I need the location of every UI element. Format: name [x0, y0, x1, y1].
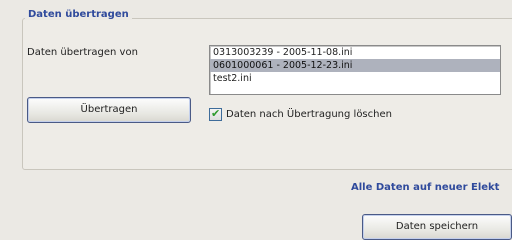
source-label: Daten übertragen von: [27, 47, 138, 58]
checkmark-icon: ✔: [211, 106, 221, 120]
save-all-title: Alle Daten auf neuer Elekt: [351, 182, 500, 193]
checkbox-box[interactable]: ✔: [209, 106, 222, 121]
file-list-item-selected[interactable]: 0601000061 - 2005-12-23.ini: [210, 59, 500, 72]
file-listbox[interactable]: 0313003239 - 2005-11-08.ini 0601000061 -…: [209, 45, 501, 95]
transfer-group-title: Daten übertragen: [25, 9, 132, 20]
delete-after-transfer-checkbox[interactable]: ✔ Daten nach Übertragung löschen: [209, 107, 392, 121]
delete-after-transfer-label: Daten nach Übertragung löschen: [226, 108, 392, 120]
file-list-item[interactable]: test2.ini: [210, 72, 500, 85]
file-list-item[interactable]: 0313003239 - 2005-11-08.ini: [210, 46, 500, 59]
transfer-button[interactable]: Übertragen: [27, 97, 191, 123]
save-data-button[interactable]: Daten speichern: [362, 214, 512, 240]
